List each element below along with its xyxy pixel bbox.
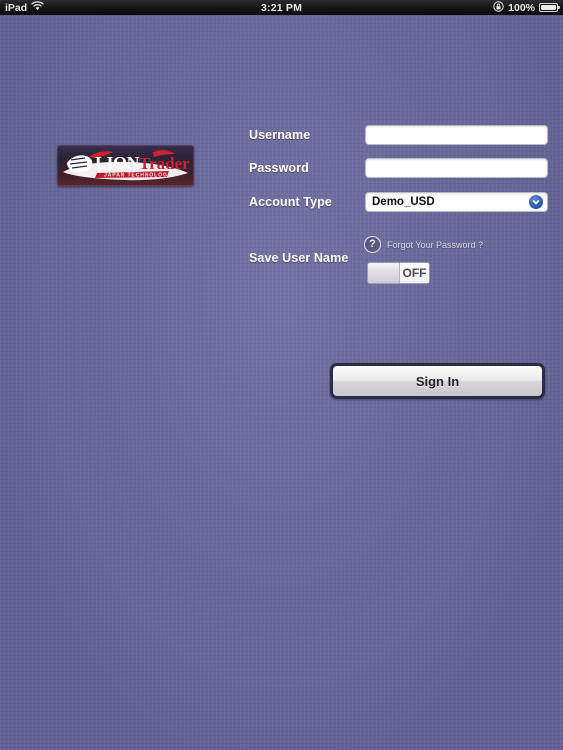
lion-trader-logo: LION Trader JAPAN TECHNOLOGY: [57, 145, 194, 186]
clock-time: 3:21 PM: [260, 1, 303, 14]
username-input[interactable]: [365, 125, 548, 145]
svg-text:LION: LION: [95, 153, 140, 173]
login-screen-background: LION Trader JAPAN TECHNOLOGY Username Pa…: [0, 15, 563, 750]
question-mark-icon[interactable]: ?: [364, 236, 381, 253]
forgot-password-link[interactable]: ? Forgot Your Password ?: [364, 236, 483, 253]
rotation-lock-icon: [493, 0, 504, 15]
password-input[interactable]: [365, 158, 548, 178]
username-label: Username: [249, 128, 311, 142]
ipad-screen: iPad 3:21 PM 100% LION Trader JAPAN TECH…: [0, 0, 563, 750]
account-type-select[interactable]: Demo_USD: [365, 192, 548, 212]
status-bar-right: 100%: [493, 0, 560, 15]
account-type-label: Account Type: [249, 195, 332, 209]
battery-percent-label: 100%: [508, 1, 535, 14]
password-label: Password: [249, 161, 309, 175]
chevron-down-icon[interactable]: [525, 195, 547, 209]
status-bar-center: 3:21 PM: [0, 0, 563, 15]
chevron-down-circle: [529, 195, 543, 209]
svg-text:Trader: Trader: [139, 154, 190, 173]
ios-status-bar: iPad 3:21 PM 100%: [0, 0, 563, 15]
account-type-value: Demo_USD: [372, 196, 435, 208]
save-user-name-label: Save User Name: [249, 251, 349, 265]
sign-in-button[interactable]: Sign In: [330, 363, 545, 399]
toggle-state-label: OFF: [400, 263, 429, 283]
battery-icon: [539, 3, 560, 12]
battery-fill: [541, 5, 556, 10]
toggle-knob[interactable]: [368, 263, 400, 283]
svg-text:JAPAN TECHNOLOGY: JAPAN TECHNOLOGY: [104, 173, 172, 179]
forgot-password-text: Forgot Your Password ?: [387, 239, 484, 250]
save-user-name-toggle[interactable]: OFF: [367, 262, 430, 284]
